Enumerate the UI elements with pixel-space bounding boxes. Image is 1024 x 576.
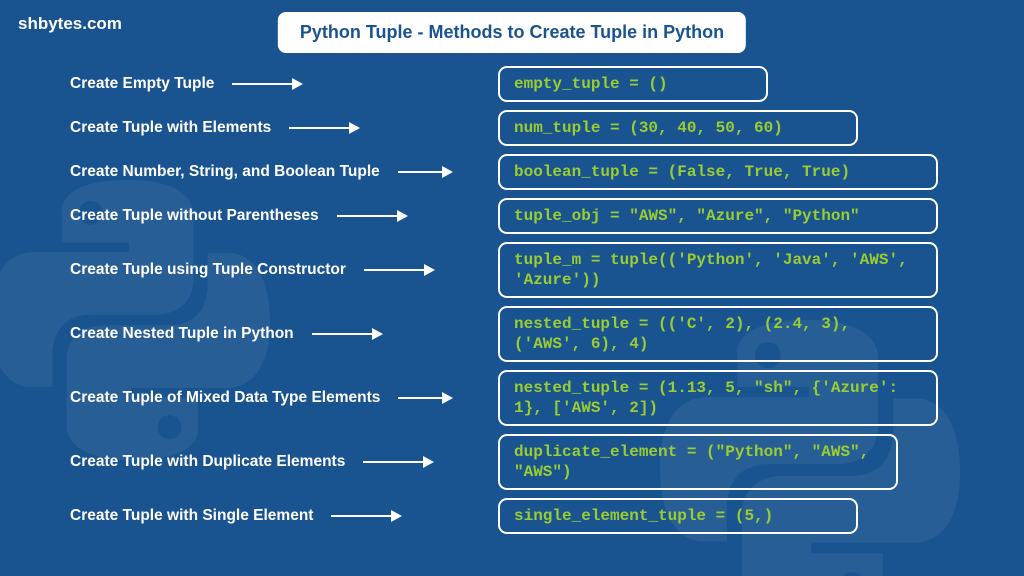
row-label: Create Empty Tuple <box>70 75 214 93</box>
page-title: Python Tuple - Methods to Create Tuple i… <box>278 12 746 53</box>
code-box: tuple_m = tuple(('Python', 'Java', 'AWS'… <box>498 242 938 298</box>
row: Create Nested Tuple in Python nested_tupl… <box>0 306 1024 362</box>
arrow-icon <box>312 328 383 340</box>
code-box: empty_tuple = () <box>498 66 768 102</box>
row-label: Create Tuple of Mixed Data Type Elements <box>70 389 380 407</box>
arrow-icon <box>364 264 435 276</box>
row-label: Create Tuple with Elements <box>70 119 271 137</box>
row-label: Create Tuple using Tuple Constructor <box>70 261 346 279</box>
row-label: Create Tuple with Duplicate Elements <box>70 453 345 471</box>
arrow-icon <box>398 392 453 404</box>
row-label: Create Tuple with Single Element <box>70 507 313 525</box>
row: Create Tuple with Single Element single_e… <box>0 498 1024 534</box>
row: Create Number, String, and Boolean Tuple… <box>0 154 1024 190</box>
code-box: num_tuple = (30, 40, 50, 60) <box>498 110 858 146</box>
arrow-icon <box>232 78 303 90</box>
arrow-icon <box>337 210 408 222</box>
arrow-icon <box>289 122 360 134</box>
arrow-icon <box>398 166 453 178</box>
row-label: Create Tuple without Parentheses <box>70 207 319 225</box>
rows-container: Create Empty Tupleempty_tuple = ()empty_… <box>0 66 1024 542</box>
row: Create Tuple using Tuple Constructor tupl… <box>0 242 1024 298</box>
row: Create Empty Tupleempty_tuple = ()empty_… <box>0 66 1024 102</box>
row-label: Create Nested Tuple in Python <box>70 325 294 343</box>
code-box: tuple_obj = "AWS", "Azure", "Python" <box>498 198 938 234</box>
code-box: nested_tuple = (1.13, 5, "sh", {'Azure':… <box>498 370 938 426</box>
row: Create Tuple with Duplicate Elements dupl… <box>0 434 1024 490</box>
row-label: Create Number, String, and Boolean Tuple <box>70 163 380 181</box>
code-box: boolean_tuple = (False, True, True) <box>498 154 938 190</box>
arrow-icon <box>363 456 434 468</box>
site-watermark: shbytes.com <box>18 14 122 34</box>
arrow-icon <box>331 510 402 522</box>
code-box: duplicate_element = ("Python", "AWS", "A… <box>498 434 898 490</box>
code-box: single_element_tuple = (5,) <box>498 498 858 534</box>
row: Create Tuple of Mixed Data Type Elements… <box>0 370 1024 426</box>
code-box: nested_tuple = (('C', 2), (2.4, 3), ('AW… <box>498 306 938 362</box>
row: Create Tuple with Elements num_tuple = (3… <box>0 110 1024 146</box>
row: Create Tuple without Parentheses tuple_ob… <box>0 198 1024 234</box>
